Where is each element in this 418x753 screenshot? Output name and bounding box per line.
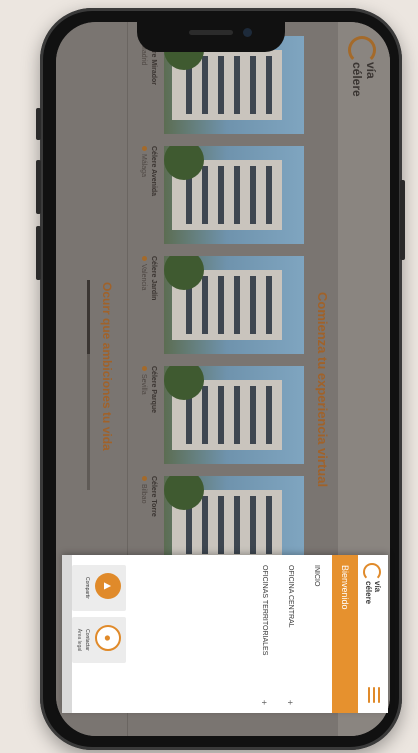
drawer-footer bbox=[62, 555, 72, 713]
volume-extra-button bbox=[36, 226, 41, 280]
speaker-grille bbox=[189, 30, 233, 35]
front-camera bbox=[243, 28, 252, 37]
scroll-progress-fill bbox=[87, 280, 90, 354]
expand-icon: + bbox=[285, 699, 295, 705]
menu-item-label: INICIO bbox=[313, 565, 320, 587]
drawer-logo[interactable]: vía célere bbox=[361, 563, 383, 613]
location-pin-icon bbox=[142, 146, 147, 151]
menu-item-inicio[interactable]: INICIO bbox=[304, 555, 328, 713]
expand-icon: + bbox=[259, 699, 269, 705]
navigation-drawer: vía célere Bienvenido INICIO OFICINA CEN… bbox=[62, 555, 388, 713]
menu-item-oficina-central[interactable]: OFICINA CENTRAL + bbox=[278, 555, 302, 713]
quick-action-contact[interactable]: ● Contactar Área legal bbox=[72, 617, 126, 663]
quick-action-label: Compartir bbox=[84, 577, 90, 599]
logo-text-line2: célere bbox=[364, 581, 373, 605]
menu-item-label: OFICINAS TERRITORIALES bbox=[261, 565, 268, 656]
location-pin-icon bbox=[142, 366, 147, 371]
project-location: Málaga bbox=[140, 154, 147, 177]
volume-up-button bbox=[36, 108, 41, 140]
site-logo[interactable]: vía célere bbox=[346, 36, 382, 97]
project-card-4-caption: Célere Parque Sevilla bbox=[138, 366, 158, 464]
project-name: Célere Parque bbox=[150, 366, 157, 414]
project-card-3[interactable] bbox=[164, 256, 304, 354]
scroll-progress-bar bbox=[87, 280, 90, 490]
logo-mark-icon bbox=[363, 563, 381, 581]
project-card-3-caption: Célere Jardín Valencia bbox=[138, 256, 158, 354]
project-location: Sevilla bbox=[140, 374, 147, 395]
section-title: Comienza tu experiencia virtual bbox=[315, 292, 330, 488]
welcome-banner: Bienvenido bbox=[332, 555, 358, 713]
logo-mark-icon bbox=[348, 36, 376, 64]
project-card-4[interactable] bbox=[164, 366, 304, 464]
logo-text-line1: vía bbox=[364, 62, 378, 79]
share-icon: ▲ bbox=[95, 573, 121, 599]
hamburger-menu-icon[interactable] bbox=[366, 687, 380, 703]
volume-down-button bbox=[36, 160, 41, 214]
location-pin-icon bbox=[142, 476, 147, 481]
power-button bbox=[400, 180, 405, 260]
project-location: Bilbao bbox=[140, 484, 147, 504]
project-card-2[interactable] bbox=[164, 146, 304, 244]
location-pin-icon bbox=[142, 256, 147, 261]
menu-item-label: OFICINA CENTRAL bbox=[287, 565, 294, 628]
menu-item-oficinas-territoriales[interactable]: OFICINAS TERRITORIALES + bbox=[252, 555, 276, 713]
project-location: Valencia bbox=[140, 264, 147, 291]
logo-text-line1: vía bbox=[373, 581, 382, 593]
project-name: Célere Jardín bbox=[150, 256, 157, 301]
logo-text-line2: célere bbox=[350, 62, 364, 97]
quick-action-share[interactable]: ▲ Compartir bbox=[72, 565, 126, 611]
phone-notch bbox=[137, 22, 285, 52]
project-card-2-caption: Célere Avenida Málaga bbox=[138, 146, 158, 244]
contact-icon: ● bbox=[95, 625, 121, 651]
quick-action-sublabel: Área legal bbox=[76, 628, 82, 652]
drawer-header: vía célere bbox=[358, 555, 388, 713]
project-name: Célere Avenida bbox=[150, 146, 157, 197]
drawer-content: vía célere Bienvenido INICIO OFICINA CEN… bbox=[62, 555, 388, 713]
quick-action-label: Contactar bbox=[84, 629, 90, 651]
bottom-section-title: Ocurr que ambiciones tu vida bbox=[100, 282, 114, 451]
